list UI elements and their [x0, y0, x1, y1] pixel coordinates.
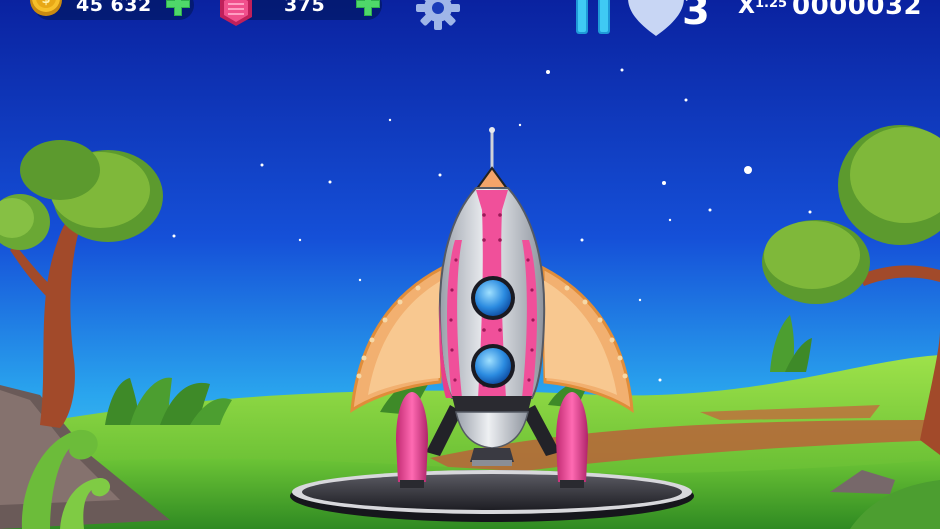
svg-text:$: $ [41, 0, 50, 7]
game-scene [0, 0, 940, 529]
coins-count: 45 632 [76, 0, 152, 16]
pause-icon[interactable] [572, 0, 614, 36]
score-counter: 0000032 [792, 0, 923, 21]
coin-icon: $ [30, 0, 62, 16]
multiplier-prefix: X [738, 0, 755, 19]
rocket-right-leg [556, 392, 588, 482]
lives-count: 3 [682, 0, 710, 34]
launch-pad [290, 470, 694, 522]
gems-count: 375 [284, 0, 326, 16]
hud-bar: $ 45 632 375 [0, 0, 940, 40]
score-multiplier: X1.25 [738, 0, 787, 19]
settings-gear-icon[interactable] [414, 0, 462, 32]
coins-add-icon[interactable] [164, 0, 192, 18]
multiplier-value: 1.25 [754, 0, 788, 11]
gem-icon [220, 0, 252, 26]
gems-add-icon[interactable] [354, 0, 382, 18]
rocket-left-leg [396, 392, 428, 482]
heart-icon [628, 0, 684, 36]
